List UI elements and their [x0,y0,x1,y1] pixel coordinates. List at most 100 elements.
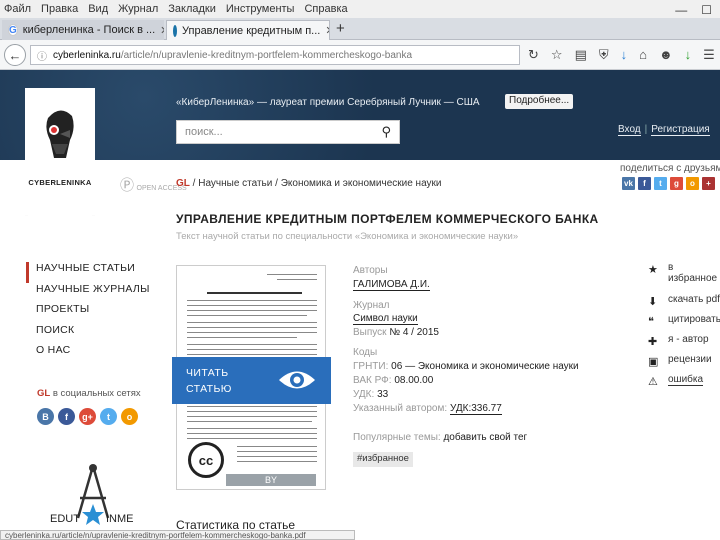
search-input[interactable]: поиск... ⚲ [176,120,400,144]
google-plus-icon[interactable]: g+ [79,408,96,425]
back-arrow-icon[interactable]: ← [4,44,26,66]
twitter-icon[interactable]: t [100,408,117,425]
license-by-badge: BY [226,474,316,486]
author-link[interactable]: ГАЛИМОВА Д.И. [353,279,430,291]
vk-icon[interactable]: vk [622,177,635,190]
extension-down-icon[interactable]: ↓ [685,47,692,63]
lenin-logo-icon [46,110,74,158]
star-icon: ★ [648,264,658,276]
grnti-value: 06 — Экономика и экономические науки [391,361,579,372]
udk-value: 33 [377,389,389,400]
favorites-tag[interactable]: #избранное [353,452,413,467]
issue-label: Выпуск [353,327,387,338]
author-udk-value: УДК:336.77 [449,403,502,415]
minimize-icon[interactable]: — [675,3,687,17]
close-icon[interactable]: ✕ [325,24,329,37]
menu-edit[interactable]: Правка [41,3,78,15]
add-tag-link[interactable]: добавить свой тег [443,432,527,443]
url-bar[interactable]: ⓘ cyberleninka.ru/article/n/upravlenie-k… [30,45,520,65]
vak-value: 08.00.00 [394,375,434,386]
more-share-icon[interactable]: + [702,177,715,190]
close-icon[interactable]: ✕ [160,24,164,37]
action-label: рецензии [668,354,712,365]
read-article-button[interactable]: ЧИТАТЬ СТАТЬЮ [172,357,331,404]
facebook-icon[interactable]: f [638,177,651,190]
register-link[interactable]: Регистрация [651,124,710,136]
reading-list-icon[interactable]: ▤ [575,47,587,63]
journal-link[interactable]: Символ науки [353,313,418,325]
grnti-row: ГРНТИ: 06 — Экономика и экономические на… [353,361,579,372]
menu-help[interactable]: Справка [304,3,347,15]
action-label: ошибка [668,374,704,386]
site-favicon-icon [173,24,177,37]
download-icon[interactable]: ↓ [621,47,628,63]
nav-about[interactable]: О НАС [26,344,150,365]
issue-link[interactable]: № 4 / 2015 [389,327,439,338]
article-actions: ★ в избранное ⬇ скачать pdf ❝ цитировать ✚ я… [648,262,720,394]
authors-label: Авторы [353,265,388,276]
nav-toolbar: ← ⓘ cyberleninka.ru/article/n/upravlenie… [0,40,720,70]
journal-label: Журнал [353,300,390,311]
open-access-icon: Ⓟ [120,177,134,193]
google-icon: G [8,24,18,36]
tab-strip: G киберленинка - Поиск в ... ✕ Управлени… [0,18,720,40]
new-tab-icon[interactable]: + [336,20,345,37]
social-label: GL в социальных сетях [37,388,141,399]
twitter-icon[interactable]: t [654,177,667,190]
codes-label: Коды [353,347,378,358]
nav-projects[interactable]: ПРОЕКТЫ [26,303,150,324]
cite-action[interactable]: ❝ цитировать [648,314,720,334]
login-link[interactable]: Вход [618,124,641,136]
window-controls: — ☐ [675,3,712,17]
add-favorite-action[interactable]: ★ в избранное [648,262,720,294]
maximize-icon[interactable]: ☐ [701,3,712,17]
search-icon[interactable]: ⚲ [381,124,391,140]
review-icon: ▣ [648,356,659,368]
social-icons: B f g+ t o [37,408,138,425]
reviews-action[interactable]: ▣ рецензии [648,354,720,374]
reload-icon[interactable]: ↻ [528,47,539,63]
star-icon[interactable]: ☆ [551,47,563,63]
share-label: поделиться с друзьями [620,163,720,174]
breadcrumb-gl: GL [176,178,190,189]
tab-title: киберленинка - Поиск в ... [22,24,156,36]
home-icon[interactable]: ⌂ [639,47,647,63]
menu-hamburger-icon[interactable]: ☰ [703,47,715,63]
nav-scientific-journals[interactable]: НАУЧНЫЕ ЖУРНАЛЫ [26,283,150,304]
edutainme-logo[interactable]: EDUT INME [48,462,138,530]
grnti-label: ГРНТИ: [353,361,392,372]
menu-tools[interactable]: Инструменты [226,3,295,15]
author-action[interactable]: ✚ я - автор [648,334,720,354]
social-gl: GL [37,388,51,399]
action-label: я - автор [668,334,709,345]
more-button[interactable]: Подробнее... [505,94,574,109]
odnoklassniki-icon[interactable]: o [686,177,699,190]
menu-bookmarks[interactable]: Закладки [168,3,216,15]
download-pdf-action[interactable]: ⬇ скачать pdf [648,294,720,314]
shield-icon[interactable]: ⛨ [599,47,609,63]
vk-icon[interactable]: B [37,408,54,425]
report-error-action[interactable]: ⚠ ошибка [648,374,720,394]
nav-scientific-articles[interactable]: НАУЧНЫЕ СТАТЬИ [26,262,150,283]
pocket-icon[interactable]: ☻ [659,47,673,63]
info-icon[interactable]: ⓘ [37,48,47,63]
nav-search[interactable]: ПОИСК [26,324,150,345]
google-plus-icon[interactable]: g [670,177,683,190]
breadcrumb-scientific[interactable]: Научные статьи [198,178,272,189]
url-path: /article/n/upravlenie-kreditnym-portfele… [120,49,413,61]
action-label: в избранное [668,262,718,284]
menu-history[interactable]: Журнал [118,3,158,15]
topics-row: Популярные темы: добавить свой тег [353,432,527,443]
facebook-icon[interactable]: f [58,408,75,425]
tab-search[interactable]: G киберленинка - Поиск в ... ✕ [2,20,164,40]
menu-file[interactable]: Файл [4,3,31,15]
social-label-text: в социальных сетях [50,388,141,399]
odnoklassniki-icon[interactable]: o [121,408,138,425]
breadcrumb-category[interactable]: Экономика и экономические науки [281,178,442,189]
action-label: цитировать [668,314,720,325]
tab-article[interactable]: Управление кредитным п... ✕ [166,20,330,40]
menu-view[interactable]: Вид [88,3,108,15]
topics-label: Популярные темы: [353,432,444,443]
laureate-text: «КиберЛенинка» — лауреат премии Серебрян… [176,97,480,108]
action-label: скачать pdf [668,294,720,305]
